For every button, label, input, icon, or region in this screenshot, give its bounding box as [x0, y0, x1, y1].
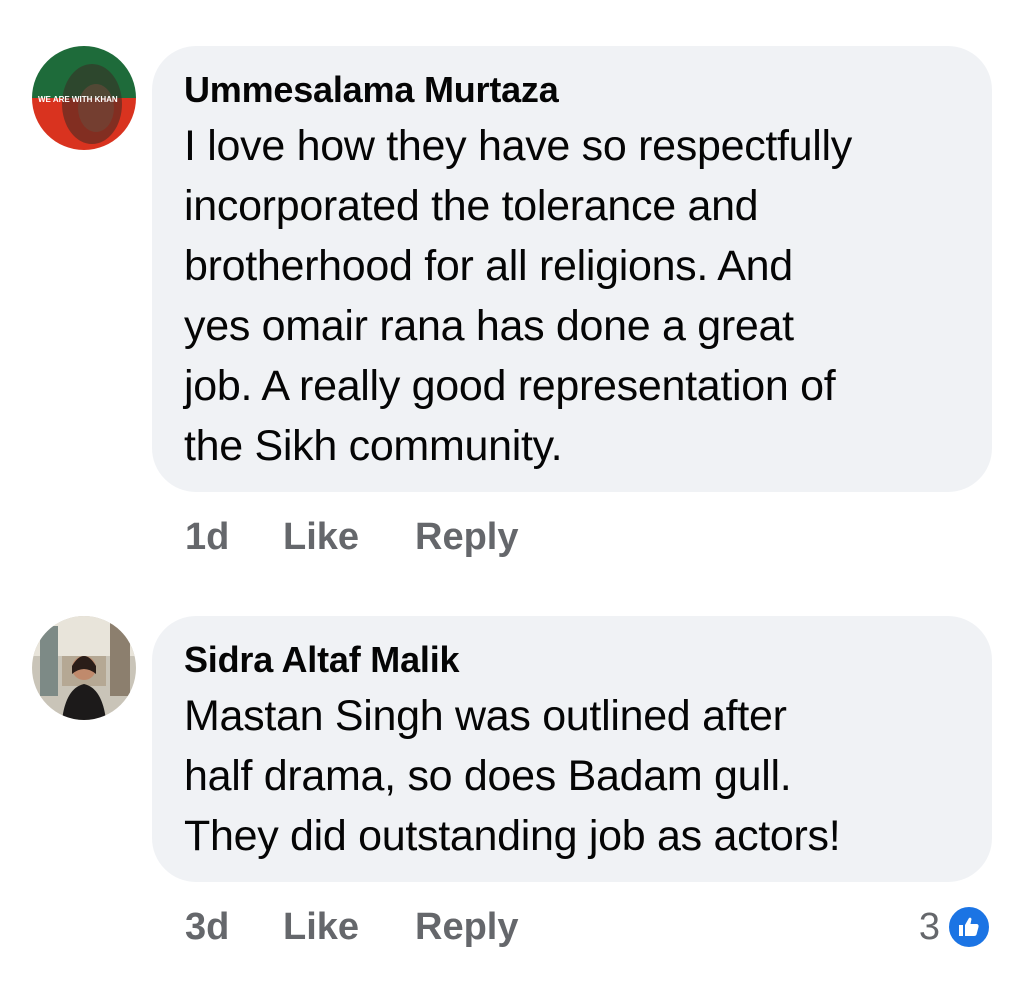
comment-text-line: incorporated the tolerance and	[184, 182, 759, 230]
avatar-image	[32, 616, 136, 720]
like-button[interactable]: Like	[283, 516, 415, 559]
comment-text-line: brotherhood for all religions. And	[184, 242, 793, 290]
comment-text-line: They did outstanding job as actors!	[184, 812, 841, 860]
comment-text-line: the Sikh community.	[184, 422, 563, 470]
comment-timestamp[interactable]: 1d	[185, 516, 283, 559]
comment-author[interactable]: Sidra Altaf Malik	[184, 638, 960, 682]
comment-timestamp[interactable]: 3d	[185, 906, 283, 949]
comment-text-line: yes omair rana has done a great	[184, 302, 794, 350]
like-button[interactable]: Like	[283, 906, 415, 949]
thumbs-up-icon	[946, 904, 992, 950]
comment-text-line: Mastan Singh was outlined after	[184, 692, 787, 740]
reaction-summary[interactable]: 3	[919, 902, 992, 952]
comment-text-line: I love how they have so respectfully	[184, 122, 853, 170]
avatar-image: WE ARE WITH KHAN	[32, 46, 136, 150]
comment-text-line: half drama, so does Badam gull.	[184, 752, 792, 800]
reply-button[interactable]: Reply	[415, 516, 518, 559]
comment-text: Mastan Singh was outlined after half dra…	[184, 686, 960, 866]
reply-button[interactable]: Reply	[415, 906, 518, 949]
comment-actions: 1d Like Reply	[185, 512, 518, 562]
reaction-count: 3	[918, 905, 940, 948]
comment-bubble: Sidra Altaf Malik Mastan Singh was outli…	[152, 616, 992, 882]
avatar[interactable]: WE ARE WITH KHAN	[32, 46, 136, 150]
avatar[interactable]	[32, 616, 136, 720]
comment-author[interactable]: Ummesalama Murtaza	[184, 68, 960, 112]
comment-bubble: Ummesalama Murtaza I love how they have …	[152, 46, 992, 492]
comment-actions: 3d Like Reply	[185, 902, 518, 952]
avatar-banner-text: WE ARE WITH KHAN	[38, 95, 118, 104]
comment-text-line: job. A really good representation of	[184, 362, 836, 410]
comment-text: I love how they have so respectfully inc…	[184, 116, 960, 476]
